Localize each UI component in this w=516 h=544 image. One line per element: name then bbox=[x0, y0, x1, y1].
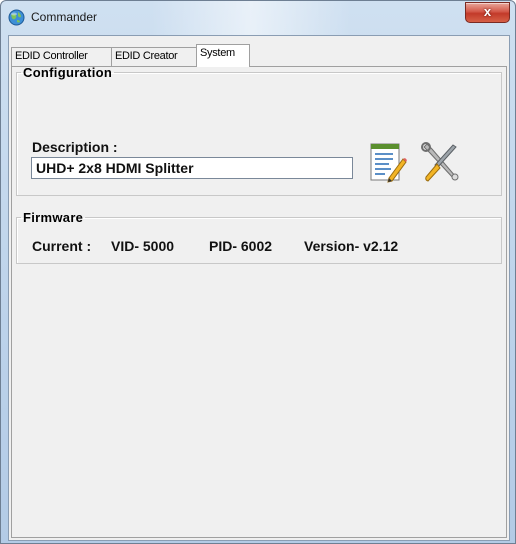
close-button[interactable]: x bbox=[465, 2, 510, 23]
tools-button[interactable] bbox=[420, 141, 460, 185]
tools-icon bbox=[421, 142, 459, 182]
firmware-current-label: Current : bbox=[32, 238, 92, 254]
tab-system[interactable]: System bbox=[196, 44, 250, 67]
system-tab-panel: Configuration Description : UHD+ 2x8 HDM… bbox=[11, 65, 507, 538]
tab-edid-creator[interactable]: EDID Creator bbox=[111, 47, 197, 66]
commander-window: Commander x EDID Controller EDID Creator… bbox=[0, 0, 516, 544]
client-area: EDID Controller EDID Creator System Conf… bbox=[8, 35, 510, 541]
globe-icon bbox=[8, 9, 25, 26]
tab-edid-controller[interactable]: EDID Controller bbox=[11, 47, 112, 66]
firmware-vid: VID- 5000 bbox=[111, 238, 175, 254]
configuration-group-title: Configuration bbox=[23, 65, 113, 80]
close-icon: x bbox=[483, 4, 492, 19]
window-title: Commander bbox=[31, 10, 98, 24]
document-edit-icon bbox=[370, 143, 407, 183]
firmware-group-title: Firmware bbox=[23, 210, 84, 225]
description-label: Description : bbox=[32, 139, 118, 155]
firmware-pid: PID- 6002 bbox=[209, 238, 273, 254]
title-bar[interactable]: Commander x bbox=[1, 1, 515, 35]
edit-description-button[interactable] bbox=[368, 141, 408, 185]
firmware-group: Firmware bbox=[16, 210, 502, 264]
firmware-version: Version- v2.12 bbox=[304, 238, 399, 254]
description-input[interactable] bbox=[31, 157, 353, 179]
